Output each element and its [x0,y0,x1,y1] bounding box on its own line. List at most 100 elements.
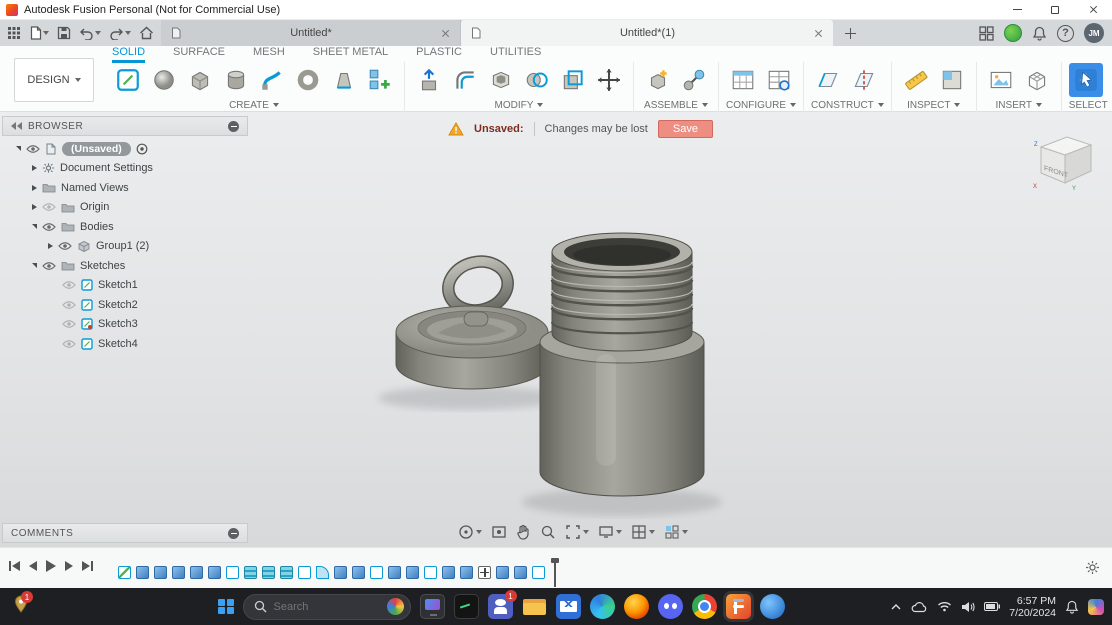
user-avatar[interactable]: JM [1084,23,1104,43]
tree-row-document-settings[interactable]: Document Settings [2,159,248,179]
collapse-panel-icon[interactable] [11,122,22,130]
visibility-eye-icon[interactable] [62,339,76,349]
timeline-item-feature[interactable] [136,565,149,579]
timeline-item-feature[interactable] [154,565,167,579]
battery-icon[interactable] [984,602,1001,611]
minimize-button[interactable] [998,0,1036,20]
visibility-eye-icon[interactable] [62,319,76,329]
taskbar-app-mail-icon[interactable] [555,594,581,619]
group-label-insert[interactable]: INSERT [984,98,1054,112]
ribbon-tab-utilities[interactable]: UTILITIES [490,46,541,60]
joint-button[interactable] [677,63,711,97]
step-back-icon[interactable] [28,560,38,572]
viewcube[interactable]: FRONT Z X Y [1032,126,1098,192]
timeline-item-sketch[interactable] [370,565,383,579]
file-menu-button[interactable] [26,22,52,44]
look-at-button[interactable] [491,524,507,540]
create-form-button[interactable] [147,63,181,97]
tree-row-origin[interactable]: Origin [2,198,248,218]
data-panel-button[interactable] [4,22,24,44]
zoom-button[interactable] [540,524,556,540]
home-view-button[interactable] [136,22,157,44]
visibility-eye-icon[interactable] [62,300,76,310]
timeline-item-feature[interactable] [514,565,527,579]
insert-canvas-button[interactable] [984,63,1018,97]
model-canister-3d[interactable] [300,120,860,550]
pipe-button[interactable] [291,63,325,97]
timeline-item-sketch-pencil[interactable] [118,565,131,579]
panel-minimize-icon[interactable] [228,527,239,539]
timeline-item-feature[interactable] [190,565,203,579]
ribbon-tab-plastic[interactable]: PLASTIC [416,46,462,60]
document-tab-untitled-1[interactable]: Untitled*(1) [461,20,833,46]
group-label-create[interactable]: CREATE [111,98,397,112]
shell-button[interactable] [484,63,518,97]
root-document-label[interactable]: (Unsaved) [62,141,131,156]
visibility-eye-icon[interactable] [62,280,76,290]
timeline-item-feature[interactable] [388,565,401,579]
taskbar-app-file-explorer-icon[interactable] [522,594,547,619]
display-settings-button[interactable] [598,524,622,540]
expander-open-icon[interactable] [32,224,37,230]
notification-center-bell-icon[interactable] [1065,600,1079,614]
pattern-button[interactable] [363,63,397,97]
group-label-assemble[interactable]: ASSEMBLE [641,98,711,112]
visibility-eye-icon[interactable] [58,241,72,251]
pan-button[interactable] [516,524,531,540]
tab-close-icon[interactable] [441,29,450,38]
expander-open-icon[interactable] [32,263,37,269]
group-label-modify[interactable]: MODIFY [412,98,626,112]
sweep-button[interactable] [255,63,289,97]
timeline-item-sketch[interactable] [298,565,311,579]
create-sketch-button[interactable] [111,63,145,97]
timeline-item-feature[interactable] [208,565,221,579]
timeline-item-feature[interactable] [352,565,365,579]
redo-button[interactable] [106,22,134,44]
timeline-item-feature[interactable] [442,565,455,579]
section-analysis-button[interactable] [935,63,969,97]
notifications-bell-icon[interactable] [1032,26,1047,41]
tree-row-sketches[interactable]: Sketches [2,256,248,276]
box-button[interactable] [183,63,217,97]
tab-close-icon[interactable] [814,29,823,38]
select-button[interactable] [1068,63,1103,97]
expander-closed-icon[interactable] [32,184,37,191]
taskbar-search[interactable] [242,593,411,620]
tree-row-named-views[interactable]: Named Views [2,178,248,198]
comments-panel[interactable]: COMMENTS [2,523,248,543]
timeline-item-sketch[interactable] [226,565,239,579]
skip-to-end-icon[interactable] [81,560,94,572]
group-label-inspect[interactable]: INSPECT [899,98,969,112]
tree-row-root[interactable]: (Unsaved) [2,139,248,159]
activate-component-icon[interactable] [136,143,148,155]
expander-closed-icon[interactable] [48,243,53,250]
taskbar-app-desktop-icon[interactable] [419,594,445,619]
timeline-position-marker[interactable] [551,558,559,587]
save-button[interactable]: Save [657,120,713,138]
loft-button[interactable] [327,63,361,97]
tree-row-group1[interactable]: Group1 (2) [2,237,248,257]
tree-row-sketch2[interactable]: Sketch2 [2,295,248,315]
step-forward-icon[interactable] [64,560,74,572]
cylinder-button[interactable] [219,63,253,97]
taskbar-app-edge-icon[interactable] [589,594,615,619]
fillet-button[interactable] [448,63,482,97]
new-component-button[interactable] [641,63,675,97]
tree-row-sketch1[interactable]: Sketch1 [2,276,248,296]
fit-button[interactable] [565,524,589,540]
extensions-icon[interactable] [979,25,994,41]
timeline-item-feature[interactable] [406,565,419,579]
press-pull-button[interactable] [412,63,446,97]
timeline-item-feature[interactable] [460,565,473,579]
visibility-eye-icon[interactable] [26,144,40,154]
ribbon-tab-mesh[interactable]: MESH [253,46,285,60]
timeline-settings-gear-icon[interactable] [1085,560,1100,575]
help-icon[interactable] [1057,24,1074,42]
combine-button[interactable] [520,63,554,97]
viewports-button[interactable] [664,524,688,540]
timeline-item-sketch[interactable] [532,565,545,579]
job-status-icon[interactable] [1004,24,1022,42]
configuration-table-button[interactable] [762,63,796,97]
group-label-construct[interactable]: CONSTRUCT [811,98,884,112]
wifi-icon[interactable] [937,601,952,612]
